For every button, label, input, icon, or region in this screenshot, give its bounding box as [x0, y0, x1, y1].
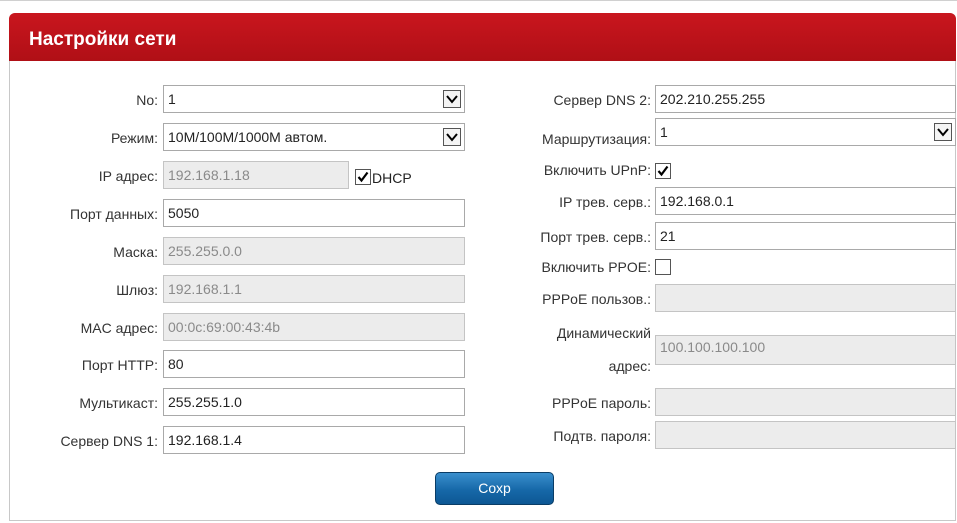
mode-label: Режим:: [110, 130, 158, 146]
alarm-server-ip-label: IP трев. серв.:: [559, 194, 651, 210]
password-confirm-field[interactable]: [655, 421, 956, 449]
dynamic-address-label-line2: адрес:: [608, 358, 651, 374]
mac-label: MAC адрес:: [80, 320, 158, 336]
data-port-field[interactable]: 5050: [163, 199, 465, 227]
dns1-label: Сервер DNS 1:: [60, 433, 158, 449]
gateway-field[interactable]: 192.168.1.1: [163, 275, 465, 303]
dhcp-label: DHCP: [372, 170, 412, 186]
mask-field[interactable]: 255.255.0.0: [163, 237, 465, 265]
mask-label: Маска:: [113, 244, 158, 260]
gateway-label: Шлюз:: [116, 282, 158, 298]
no-select[interactable]: 1: [163, 85, 465, 113]
no-select-value: 1: [168, 91, 176, 107]
mac-field[interactable]: 00:0c:69:00:43:4b: [163, 313, 465, 341]
pppoe-user-field[interactable]: [655, 284, 956, 312]
pppoe-user-label: PPPoE пользов.:: [542, 291, 651, 307]
pppoe-password-field[interactable]: [655, 388, 956, 416]
upnp-checkbox[interactable]: [655, 163, 671, 179]
dynamic-address-label-line1: Динамический: [556, 325, 651, 341]
page-title: Настройки сети: [29, 29, 177, 50]
upnp-label: Включить UPnP:: [543, 162, 651, 178]
chevron-down-icon[interactable]: [443, 128, 461, 146]
chevron-down-icon[interactable]: [443, 90, 461, 108]
mode-select[interactable]: 10M/100M/1000M автом.: [163, 123, 465, 151]
routing-label: Маршрутизация:: [542, 131, 651, 147]
routing-select[interactable]: 1: [655, 118, 956, 146]
ip-label: IP адрес:: [98, 168, 158, 184]
dynamic-address-field[interactable]: 100.100.100.100: [655, 335, 956, 365]
no-label: No:: [136, 92, 158, 108]
routing-select-value: 1: [660, 124, 668, 140]
password-confirm-label: Подтв. пароля:: [553, 428, 651, 444]
pppoe-password-label: PPPoE пароль:: [551, 395, 651, 411]
mode-select-value: 10M/100M/1000M автом.: [168, 129, 328, 145]
dns1-field[interactable]: 192.168.1.4: [163, 426, 465, 454]
alarm-server-ip-field[interactable]: 192.168.0.1: [655, 187, 956, 215]
chevron-down-icon[interactable]: [934, 123, 952, 141]
dhcp-checkbox[interactable]: [355, 169, 371, 185]
http-port-field[interactable]: 80: [163, 350, 465, 378]
multicast-label: Мультикаст:: [79, 395, 158, 411]
pppoe-enable-label: Включить PPOE:: [541, 259, 651, 275]
http-port-label: Порт HTTP:: [81, 357, 158, 373]
save-button[interactable]: Сохр: [435, 472, 554, 505]
multicast-field[interactable]: 255.255.1.0: [163, 388, 465, 416]
dns2-label: Сервер DNS 2:: [553, 92, 651, 108]
top-border: [0, 0, 957, 1]
panel-header: Настройки сети: [9, 13, 956, 61]
dns2-field[interactable]: 202.210.255.255: [655, 85, 956, 113]
ip-field[interactable]: 192.168.1.18: [163, 161, 349, 189]
alarm-server-port-field[interactable]: 21: [655, 222, 956, 250]
alarm-server-port-label: Порт трев. серв.:: [540, 229, 651, 245]
pppoe-enable-checkbox[interactable]: [655, 259, 671, 275]
data-port-label: Порт данных:: [70, 206, 158, 222]
